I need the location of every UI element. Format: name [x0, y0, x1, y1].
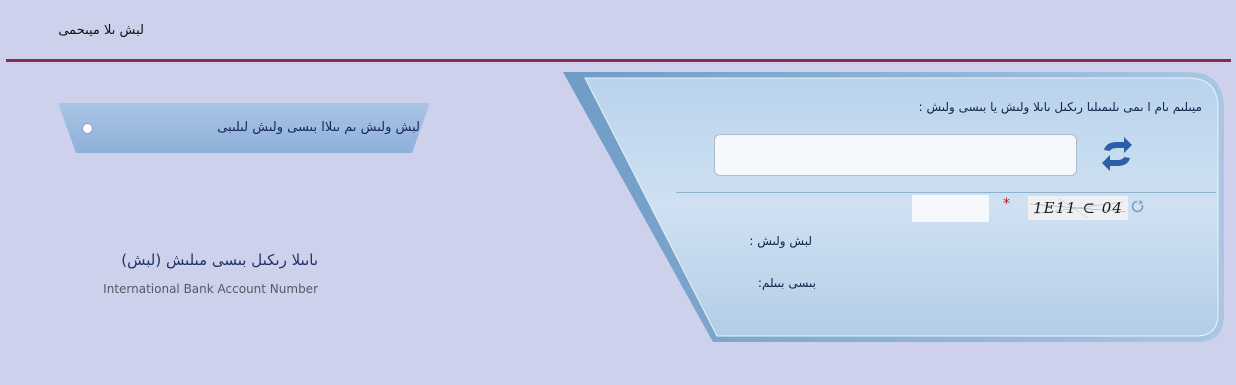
header-divider — [6, 59, 1231, 62]
iban-form-panel: : ميىلىم ىام ا ىمى ىلىمىلىا رىكىل ىاىلا … — [563, 72, 1224, 343]
captcha-refresh-icon[interactable] — [1131, 200, 1144, 213]
radio-dot-icon[interactable] — [82, 123, 93, 134]
captcha-text: 1E11 ⊂ 04 — [1033, 199, 1123, 217]
instruction-text: : ميىلىم ىام ا ىمى ىلىمىلىا رىكىل ىاىلا … — [918, 100, 1202, 114]
banner-label: لبش ولىش ىم ىىلاا بىسى ولىش لىلىبى — [217, 120, 420, 135]
breadcrumb[interactable]: لبش ىلا ميىحمى — [58, 23, 144, 38]
account-number-label: : لبش ولىش — [749, 234, 812, 248]
top-bar: لبش ىلا ميىحمى — [0, 0, 1236, 60]
captcha-image: 1E11 ⊂ 04 — [1028, 196, 1128, 220]
iban-label: :بىسى بىىلم — [757, 276, 816, 290]
iban-subtitle: International Bank Account Number — [103, 282, 318, 296]
iban-title: (لبش) ىاىىلا رىكىل بىسى مىلىش — [121, 251, 318, 269]
captcha-code-field[interactable] — [912, 195, 989, 222]
captcha-input[interactable] — [714, 134, 1077, 176]
option-banner[interactable]: لبش ولىش ىم ىىلاا بىسى ولىش لىلىبى — [58, 103, 430, 153]
form-divider — [676, 192, 1216, 193]
required-marker: * — [1003, 196, 1010, 212]
refresh-icon[interactable] — [1097, 134, 1137, 174]
